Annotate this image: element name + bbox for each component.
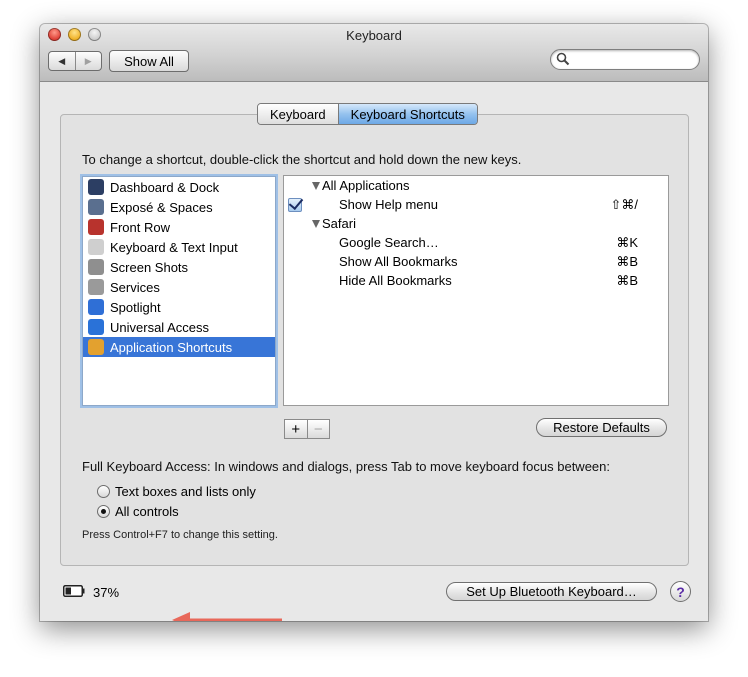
category-item[interactable]: Universal Access <box>83 317 275 337</box>
shortcut-key[interactable]: ⇧⌘/ <box>610 197 638 213</box>
services-icon <box>88 279 104 295</box>
forward-button[interactable]: ▶ <box>76 52 102 70</box>
tab-keyboard-shortcuts[interactable]: Keyboard Shortcuts <box>337 104 477 124</box>
category-label: Dashboard & Dock <box>110 179 220 195</box>
back-button[interactable]: ◀ <box>49 52 76 70</box>
radio-button-selected[interactable] <box>97 505 110 518</box>
full-keyboard-access-label: Full Keyboard Access: In windows and dia… <box>82 459 610 474</box>
dashboard-dock-icon <box>88 179 104 195</box>
radio-button[interactable] <box>97 485 110 498</box>
shortcut-label: Show All Bookmarks <box>339 254 458 269</box>
radio-label: All controls <box>115 504 179 519</box>
tab-keyboard[interactable]: Keyboard <box>258 104 338 124</box>
add-shortcut-button[interactable]: + <box>285 420 308 438</box>
battery-percentage: 37% <box>93 585 120 600</box>
universal-access-icon <box>88 319 104 335</box>
restore-defaults-button[interactable]: Restore Defaults <box>536 418 667 437</box>
category-item[interactable]: Screen Shots <box>83 257 275 277</box>
remove-shortcut-button[interactable]: − <box>308 420 330 438</box>
category-label: Keyboard & Text Input <box>110 239 238 255</box>
category-label: Exposé & Spaces <box>110 199 213 215</box>
shortcut-list[interactable]: All Applications Show Help menu ⇧⌘/ Safari G… <box>283 175 669 406</box>
shortcut-enabled-checkbox[interactable] <box>288 198 302 212</box>
battery-icon <box>63 585 85 597</box>
disclosure-triangle-icon[interactable] <box>312 181 320 190</box>
category-item[interactable]: Exposé & Spaces <box>83 197 275 217</box>
help-button[interactable]: ? <box>670 581 691 602</box>
spotlight-icon <box>88 299 104 315</box>
screen-shots-icon <box>88 259 104 275</box>
category-label: Screen Shots <box>110 259 189 275</box>
category-label: Services <box>110 279 160 295</box>
expose-spaces-icon <box>88 199 104 215</box>
disclosure-triangle-icon[interactable] <box>312 219 320 228</box>
shortcut-key[interactable]: ⌘K <box>616 235 638 251</box>
search-input[interactable] <box>573 51 695 68</box>
radio-label: Text boxes and lists only <box>115 484 256 499</box>
title-bar: Keyboard ◀ ▶ Show All <box>40 24 708 82</box>
shortcut-row[interactable]: Hide All Bookmarks ⌘B <box>284 271 668 290</box>
category-list[interactable]: Dashboard & Dock Exposé & Spaces Front Row… <box>82 176 276 406</box>
shortcut-group-label: Safari <box>322 216 356 231</box>
shortcut-group-row[interactable]: All Applications <box>284 176 668 195</box>
category-item[interactable]: Spotlight <box>83 297 275 317</box>
category-label: Application Shortcuts <box>110 339 233 355</box>
search-field[interactable] <box>550 49 700 70</box>
tab-bar: Keyboard Keyboard Shortcuts <box>257 103 478 125</box>
shortcut-key[interactable]: ⌘B <box>616 273 638 289</box>
magnifier-icon <box>556 52 570 66</box>
back-forward-control: ◀ ▶ <box>48 51 102 71</box>
set-up-bluetooth-keyboard-button[interactable]: Set Up Bluetooth Keyboard… <box>446 582 657 601</box>
add-remove-control: + − <box>284 419 330 439</box>
instructions-text: To change a shortcut, double-click the s… <box>82 152 522 167</box>
shortcut-label: Google Search… <box>339 235 439 250</box>
category-item[interactable]: Keyboard & Text Input <box>83 237 275 257</box>
category-label: Front Row <box>110 219 170 235</box>
keyboard-access-note: Press Control+F7 to change this setting. <box>82 529 278 541</box>
category-label: Spotlight <box>110 299 161 315</box>
shortcut-group-label: All Applications <box>322 178 410 193</box>
shortcut-label: Hide All Bookmarks <box>339 273 452 288</box>
shortcut-group-row[interactable]: Safari <box>284 214 668 233</box>
category-label: Universal Access <box>110 319 209 335</box>
front-row-icon <box>88 219 104 235</box>
annotation-arrow <box>172 612 282 621</box>
show-all-button[interactable]: Show All <box>109 50 189 72</box>
category-item[interactable]: Services <box>83 277 275 297</box>
category-item[interactable]: Application Shortcuts <box>83 337 275 357</box>
shortcut-row[interactable]: Show All Bookmarks ⌘B <box>284 252 668 271</box>
keyboard-text-input-icon <box>88 239 104 255</box>
shortcut-key[interactable]: ⌘B <box>616 254 638 270</box>
radio-all-controls[interactable]: All controls <box>97 504 179 519</box>
window-title: Keyboard <box>346 28 402 43</box>
shortcut-row[interactable]: Google Search… ⌘K <box>284 233 668 252</box>
application-shortcuts-icon <box>88 339 104 355</box>
keyboard-preferences-window: Keyboard ◀ ▶ Show All Keyboard Keyboard … <box>40 24 708 621</box>
category-item[interactable]: Dashboard & Dock <box>83 177 275 197</box>
radio-text-boxes-lists[interactable]: Text boxes and lists only <box>97 484 256 499</box>
category-item[interactable]: Front Row <box>83 217 275 237</box>
shortcut-row[interactable]: Show Help menu ⇧⌘/ <box>284 195 668 214</box>
shortcut-label: Show Help menu <box>339 197 438 212</box>
